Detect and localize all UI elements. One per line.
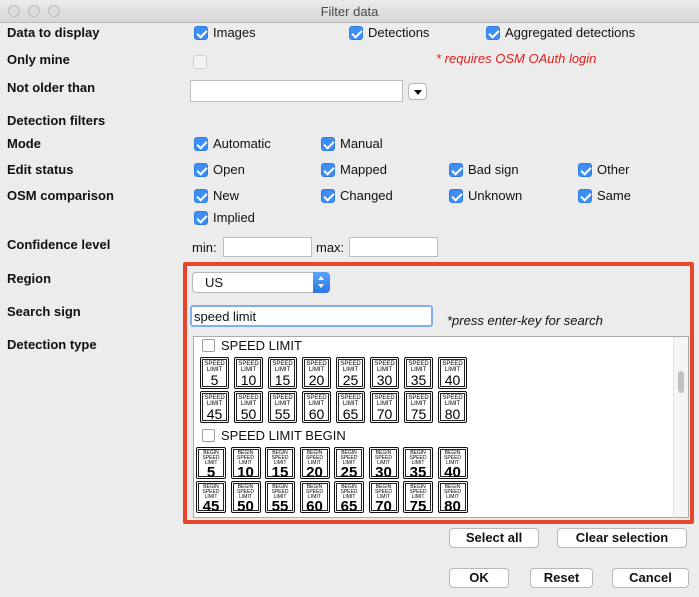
changed-label: Changed: [340, 188, 393, 203]
ok-button[interactable]: OK: [449, 568, 509, 588]
mapped-checkbox[interactable]: [321, 163, 335, 177]
edit-status-label: Edit status: [7, 162, 74, 177]
clear-selection-button[interactable]: Clear selection: [557, 528, 687, 548]
unknown-checkbox[interactable]: [449, 189, 463, 203]
window-titlebar: Filter data: [0, 0, 699, 23]
detections-checkbox[interactable]: [349, 26, 363, 40]
mode-label: Mode: [7, 136, 41, 151]
new-label: New: [213, 188, 240, 203]
bad-sign-label: Bad sign: [468, 162, 519, 177]
data-to-display-label: Data to display: [7, 25, 100, 40]
unknown-label: Unknown: [468, 188, 523, 203]
select-all-button[interactable]: Select all: [449, 528, 539, 548]
open-checkbox[interactable]: [194, 163, 208, 177]
aggregated-detections-label: Aggregated detections: [505, 25, 636, 40]
open-label: Open: [213, 162, 245, 177]
images-checkbox[interactable]: [194, 26, 208, 40]
date-dropdown-button[interactable]: [408, 83, 427, 100]
not-older-than-field[interactable]: [190, 80, 403, 102]
reset-button[interactable]: Reset: [530, 568, 593, 588]
manual-checkbox[interactable]: [321, 137, 335, 151]
other-checkbox[interactable]: [578, 163, 592, 177]
other-label: Other: [597, 162, 630, 177]
confidence-max-field[interactable]: [349, 237, 438, 257]
manual-label: Manual: [340, 136, 383, 151]
implied-label: Implied: [213, 210, 255, 225]
confidence-min-label: min:: [192, 240, 217, 255]
cancel-button[interactable]: Cancel: [612, 568, 689, 588]
region-label: Region: [7, 271, 52, 286]
detection-filters-label: Detection filters: [7, 113, 106, 128]
images-label: Images: [213, 25, 256, 40]
only-mine-checkbox[interactable]: [193, 55, 207, 69]
mapped-label: Mapped: [340, 162, 387, 177]
bad-sign-checkbox[interactable]: [449, 163, 463, 177]
new-checkbox[interactable]: [194, 189, 208, 203]
implied-checkbox[interactable]: [194, 211, 208, 225]
detections-label: Detections: [368, 25, 430, 40]
search-sign-label: Search sign: [7, 304, 81, 319]
highlight-frame: [183, 262, 694, 524]
osm-comparison-label: OSM comparison: [7, 188, 114, 203]
confidence-max-label: max:: [316, 240, 345, 255]
same-checkbox[interactable]: [578, 189, 592, 203]
confidence-min-field[interactable]: [223, 237, 312, 257]
automatic-label: Automatic: [213, 136, 271, 151]
same-label: Same: [597, 188, 631, 203]
window-title: Filter data: [320, 4, 379, 19]
detection-type-label: Detection type: [7, 337, 97, 352]
changed-checkbox[interactable]: [321, 189, 335, 203]
not-older-than-label: Not older than: [7, 80, 96, 95]
automatic-checkbox[interactable]: [194, 137, 208, 151]
confidence-level-label: Confidence level: [7, 237, 111, 252]
aggregated-detections-checkbox[interactable]: [486, 26, 500, 40]
oauth-note: * requires OSM OAuth login: [436, 51, 597, 66]
only-mine-label: Only mine: [7, 52, 70, 67]
